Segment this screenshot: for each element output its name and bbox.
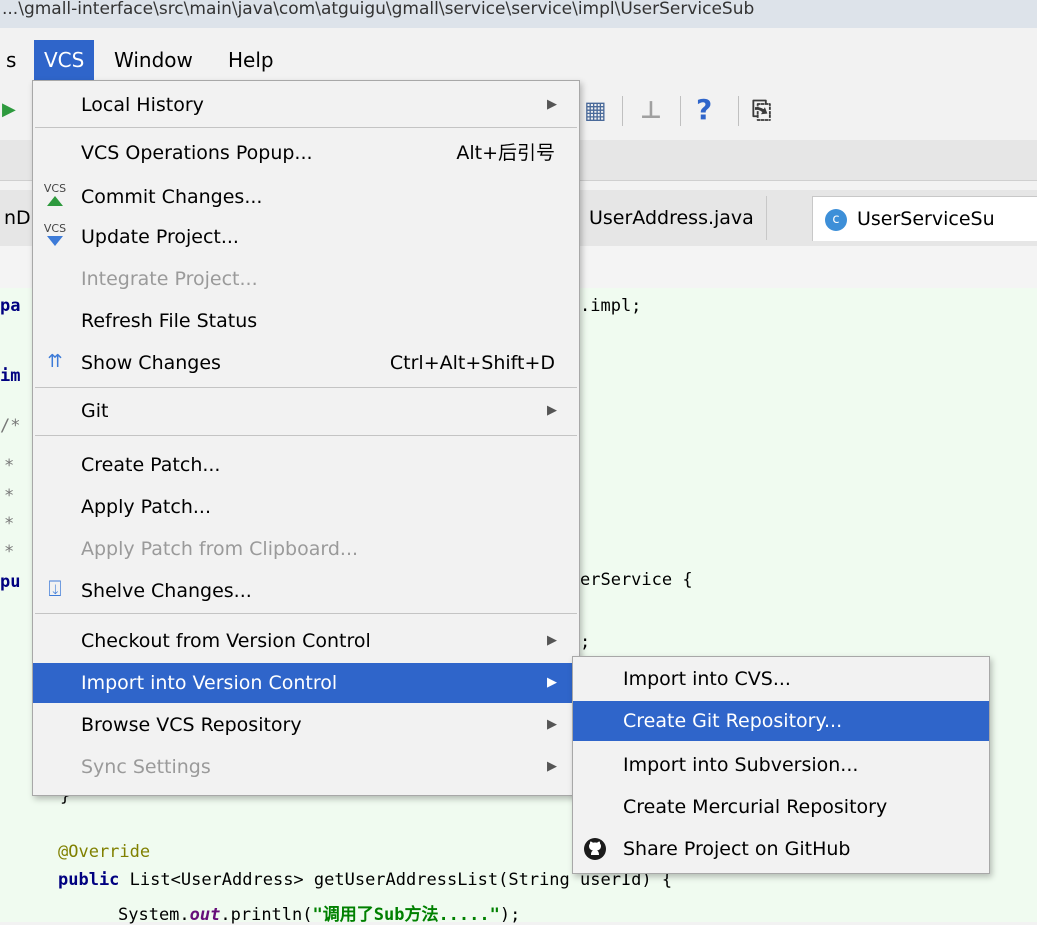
- menu-item-label: Update Project...: [81, 226, 239, 248]
- menu-item-shelve-changes[interactable]: ⍗ Shelve Changes...: [33, 571, 579, 611]
- menu-item-commit-changes[interactable]: VCS Commit Changes...: [33, 177, 579, 217]
- menu-item-label: Share Project on GitHub: [623, 838, 851, 860]
- code-field: out: [189, 905, 221, 925]
- import-submenu: Import into CVS... Create Git Repository…: [572, 656, 990, 874]
- menu-item-sync-settings: Sync Settings ▶: [33, 747, 579, 787]
- menu-item-label: Browse VCS Repository: [81, 714, 302, 736]
- submenu-item-import-subversion[interactable]: Import into Subversion...: [573, 745, 989, 785]
- toolbar-separator: [738, 96, 739, 126]
- menu-item-label: Import into Version Control: [81, 672, 338, 694]
- submenu-arrow-icon: ▶: [547, 403, 557, 418]
- menu-item-label: Local History: [81, 94, 204, 116]
- vcs-update-icon: VCS: [41, 223, 69, 251]
- submenu-arrow-icon: ▶: [547, 759, 557, 774]
- menu-item-create-patch[interactable]: Create Patch...: [33, 445, 579, 485]
- sdk-icon[interactable]: ⊥: [640, 90, 662, 130]
- menu-separator: [35, 387, 577, 388]
- menu-item-git[interactable]: Git ▶: [33, 391, 579, 431]
- menu-item-label: Create Mercurial Repository: [623, 796, 888, 818]
- submenu-arrow-icon: ▶: [547, 633, 557, 648]
- menu-item-label: Git: [81, 400, 109, 422]
- menubar-help[interactable]: Help: [218, 40, 284, 80]
- vcs-menu: Local History ▶ VCS Operations Popup... Al…: [32, 80, 580, 796]
- menu-item-label: Apply Patch...: [81, 496, 211, 518]
- menu-item-label: Create Patch...: [81, 454, 221, 476]
- menubar-window[interactable]: Window: [104, 40, 203, 80]
- submenu-item-create-git-repository[interactable]: Create Git Repository...: [573, 701, 989, 741]
- submenu-arrow-icon: ▶: [547, 717, 557, 732]
- menu-item-label: Import into CVS...: [623, 668, 791, 690]
- code-text: );: [499, 905, 521, 925]
- submenu-item-share-github[interactable]: Share Project on GitHub: [573, 829, 989, 869]
- menu-item-vcs-operations-popup[interactable]: VCS Operations Popup... Alt+后引号: [33, 133, 579, 173]
- menu-item-label: VCS Operations Popup...: [81, 142, 313, 164]
- gutter-text: /*: [0, 416, 21, 436]
- menu-item-apply-patch[interactable]: Apply Patch...: [33, 487, 579, 527]
- menu-item-refresh-file-status[interactable]: Refresh File Status: [33, 301, 579, 341]
- code-println: System.out.println("调用了Sub方法.....");: [118, 900, 520, 925]
- gutter-text: pu: [0, 572, 21, 592]
- icon-text: VCS: [43, 182, 67, 195]
- menu-item-integrate-project: Integrate Project...: [33, 259, 579, 299]
- shelve-icon: ⍗: [48, 577, 62, 602]
- gutter-text: *: [4, 542, 15, 562]
- code-keyword: public: [58, 870, 120, 890]
- code-line-semicolon: ;: [580, 632, 591, 652]
- toolbar-separator: [680, 96, 681, 126]
- submenu-arrow-icon: ▶: [547, 97, 557, 112]
- menu-item-label: Checkout from Version Control: [81, 630, 371, 652]
- code-line-class: erService {: [580, 570, 693, 590]
- menu-separator: [35, 127, 577, 128]
- menu-item-show-changes[interactable]: ⇈ Show Changes Ctrl+Alt+Shift+D: [33, 343, 579, 383]
- code-line-package: .impl;: [580, 296, 642, 316]
- gutter-text: pa: [0, 296, 21, 316]
- show-changes-icon: ⇈: [47, 351, 63, 372]
- code-string: "调用了Sub方法.....": [312, 905, 500, 925]
- window-path-title: ...\gmall-interface\src\main\java\com\at…: [0, 0, 1037, 28]
- menu-item-label: Commit Changes...: [81, 186, 263, 208]
- run-icon[interactable]: ▶: [2, 90, 16, 130]
- gutter-text: *: [4, 486, 15, 506]
- menubar-item-partial[interactable]: s: [0, 40, 26, 80]
- gutter-text: im: [0, 366, 21, 386]
- class-icon: c: [825, 208, 847, 231]
- vcs-commit-icon: VCS: [41, 183, 69, 211]
- plugin-icon[interactable]: ⎘: [752, 90, 771, 130]
- github-icon: [583, 837, 607, 861]
- code-annotation: @Override: [58, 842, 151, 862]
- menu-item-checkout[interactable]: Checkout from Version Control ▶: [33, 621, 579, 661]
- menu-item-update-project[interactable]: VCS Update Project...: [33, 217, 579, 257]
- menu-item-label: Show Changes: [81, 352, 221, 374]
- toolbar-separator: [622, 96, 623, 126]
- tab-user-address[interactable]: UserAddress.java: [576, 196, 767, 240]
- gutter-text: *: [4, 514, 15, 534]
- menu-item-label: Integrate Project...: [81, 268, 258, 290]
- code-text: System.: [118, 905, 190, 925]
- menu-separator: [35, 613, 577, 614]
- submenu-item-create-mercurial[interactable]: Create Mercurial Repository: [573, 787, 989, 827]
- menu-item-label: Apply Patch from Clipboard...: [81, 538, 359, 560]
- structure-icon[interactable]: ▦: [584, 90, 607, 130]
- menu-item-local-history[interactable]: Local History ▶: [33, 85, 579, 125]
- menu-item-label: Import into Subversion...: [623, 754, 859, 776]
- menu-item-label: Sync Settings: [81, 756, 211, 778]
- tab-user-service-sub[interactable]: c UserServiceSu: [812, 196, 1037, 241]
- submenu-item-import-cvs[interactable]: Import into CVS...: [573, 659, 989, 699]
- menu-item-import-into-vcs[interactable]: Import into Version Control ▶: [33, 663, 579, 703]
- menu-item-apply-patch-clipboard: Apply Patch from Clipboard...: [33, 529, 579, 569]
- menu-separator: [35, 435, 577, 436]
- menubar-vcs[interactable]: VCS: [34, 40, 95, 80]
- menu-item-label: Create Git Repository...: [623, 710, 843, 732]
- code-text: .println(: [220, 905, 313, 925]
- menu-item-label: Shelve Changes...: [81, 580, 252, 602]
- icon-text: VCS: [43, 222, 67, 235]
- tab-label: UserServiceSu: [857, 208, 995, 230]
- menu-item-shortcut: Alt+后引号: [456, 142, 555, 164]
- submenu-arrow-icon: ▶: [547, 675, 557, 690]
- menu-item-browse-vcs-repository[interactable]: Browse VCS Repository ▶: [33, 705, 579, 745]
- gutter-text: *: [4, 456, 15, 476]
- menu-item-shortcut: Ctrl+Alt+Shift+D: [389, 352, 555, 374]
- menu-item-label: Refresh File Status: [81, 310, 258, 332]
- help-icon[interactable]: ?: [696, 90, 712, 130]
